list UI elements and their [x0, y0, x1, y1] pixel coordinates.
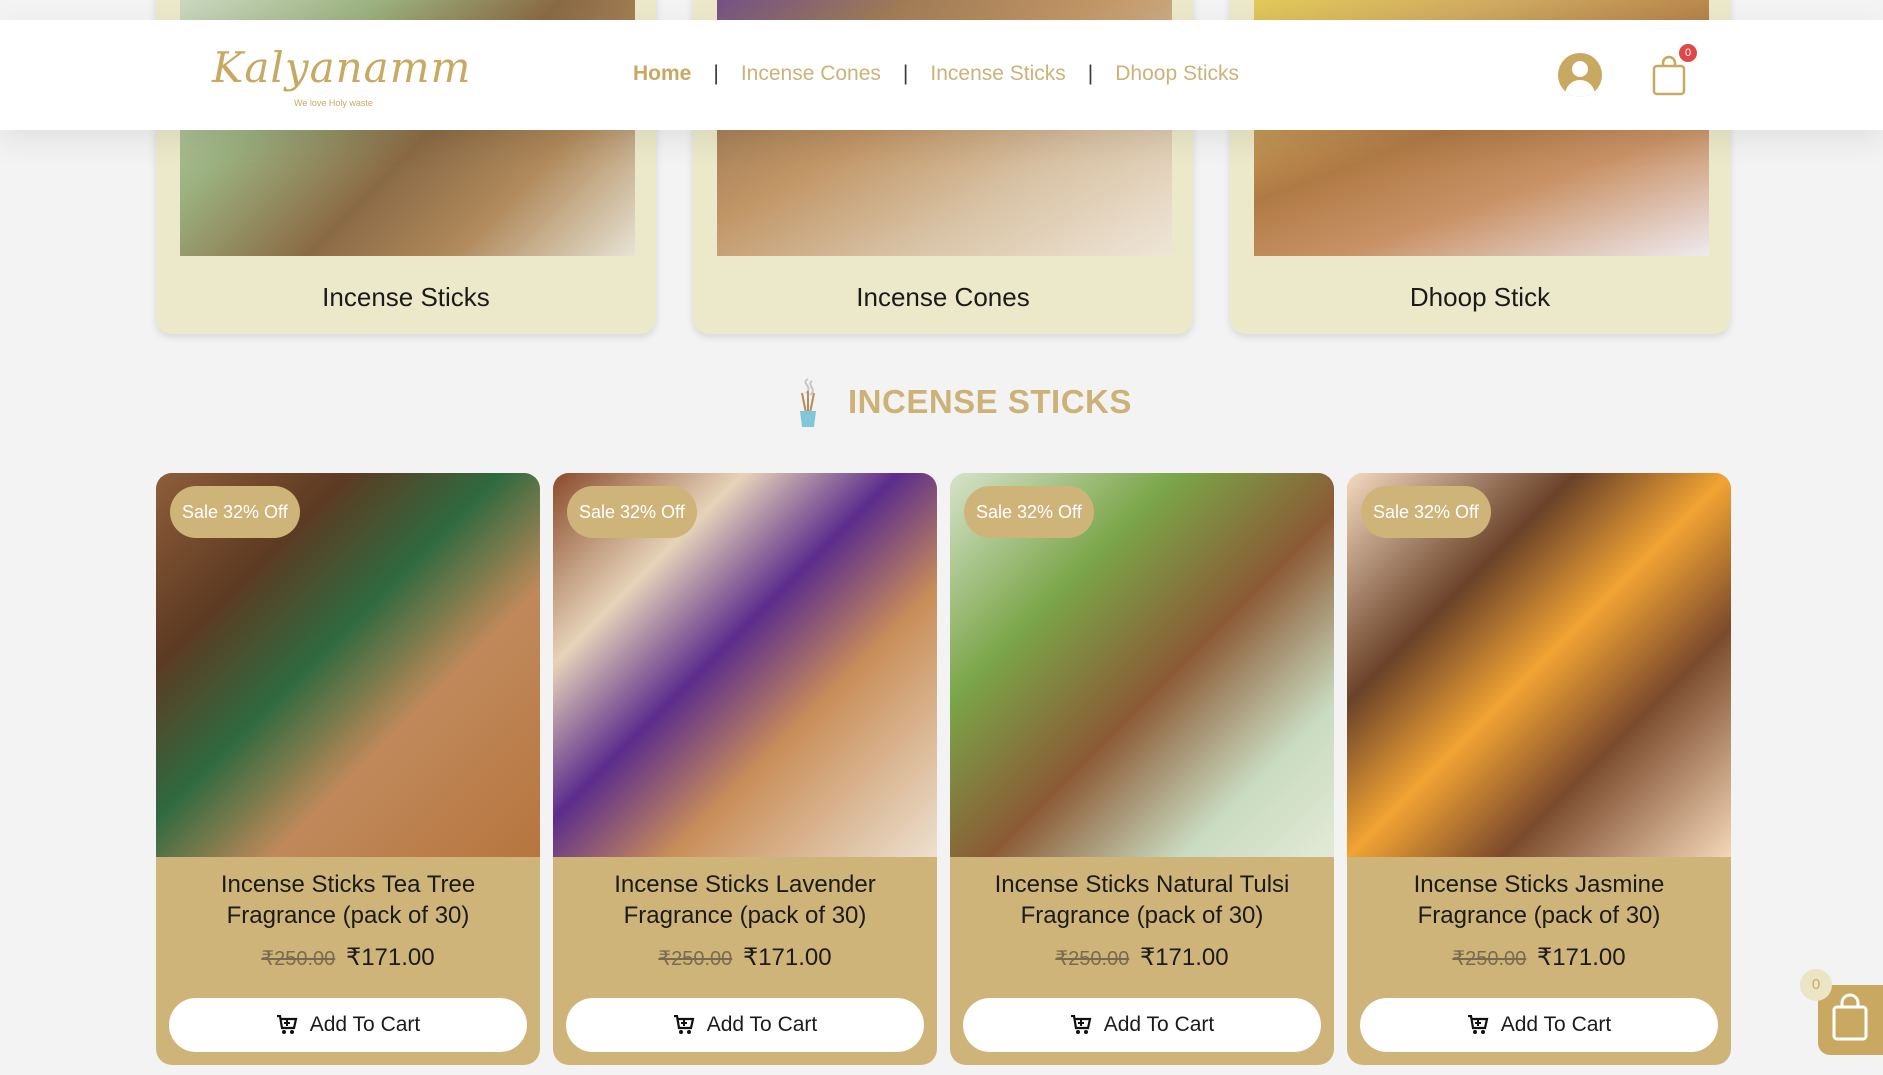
nav-item-incense-sticks[interactable]: Incense Sticks	[930, 62, 1065, 86]
sale-price: ₹171.00	[345, 944, 435, 971]
category-title: Incense Cones	[856, 282, 1030, 312]
user-icon	[1572, 61, 1588, 77]
product-name[interactable]: Incense Sticks Natural Tulsi Fragrance (…	[950, 869, 1334, 931]
section-heading: INCENSE STICKS	[790, 375, 1132, 429]
sale-badge: Sale 32% Off	[964, 486, 1094, 538]
logo-tagline: We love Holy waste	[294, 98, 373, 108]
section-title: INCENSE STICKS	[848, 383, 1132, 420]
nav-item-incense-cones[interactable]: Incense Cones	[741, 62, 881, 86]
cart-icon	[673, 1015, 695, 1034]
original-price: ₹250.00	[1452, 948, 1527, 970]
sale-price: ₹171.00	[1536, 944, 1626, 971]
nav-separator: |	[713, 62, 719, 85]
category-title: Incense Sticks	[322, 282, 490, 312]
product-price: ₹250.00 ₹171.00	[553, 943, 937, 972]
product-card[interactable]: Sale 32% Off Incense Sticks Tea Tree Fra…	[156, 473, 540, 1065]
product-price: ₹250.00 ₹171.00	[156, 943, 540, 972]
sale-price: ₹171.00	[742, 944, 832, 971]
category-title: Dhoop Stick	[1409, 282, 1551, 312]
header-cart-button[interactable]	[1651, 54, 1687, 96]
product-name[interactable]: Incense Sticks Lavender Fragrance (pack …	[553, 869, 937, 931]
logo-wordmark: Kalyanamm	[212, 43, 472, 92]
sale-badge: Sale 32% Off	[567, 486, 697, 538]
product-name[interactable]: Incense Sticks Jasmine Fragrance (pack o…	[1347, 869, 1731, 931]
cart-icon	[1070, 1015, 1092, 1034]
incense-icon	[800, 378, 816, 427]
cart-icon	[1467, 1015, 1489, 1034]
original-price: ₹250.00	[261, 948, 336, 970]
sale-badge: Sale 32% Off	[170, 486, 300, 538]
sale-price: ₹171.00	[1139, 944, 1229, 971]
product-card[interactable]: Sale 32% Off Incense Sticks Natural Tuls…	[950, 473, 1334, 1065]
nav-item-home[interactable]: Home	[633, 62, 691, 86]
product-card[interactable]: Sale 32% Off Incense Sticks Lavender Fra…	[553, 473, 937, 1065]
add-to-cart-button[interactable]: Add To Cart	[963, 998, 1321, 1052]
nav-item-dhoop-sticks[interactable]: Dhoop Sticks	[1115, 62, 1239, 86]
nav-separator: |	[902, 62, 909, 85]
add-to-cart-label: Add To Cart	[1103, 1013, 1215, 1036]
user-account-button[interactable]	[1558, 53, 1602, 97]
nav-separator: |	[1087, 62, 1094, 85]
sale-badge: Sale 32% Off	[1361, 486, 1491, 538]
cart-count-badge: 0	[1679, 44, 1697, 62]
product-grid: Sale 32% Off Incense Sticks Tea Tree Fra…	[156, 473, 1731, 1065]
product-name[interactable]: Incense Sticks Tea Tree Fragrance (pack …	[156, 869, 540, 931]
add-to-cart-label: Add To Cart	[309, 1013, 421, 1036]
product-card[interactable]: Sale 32% Off Incense Sticks Jasmine Frag…	[1347, 473, 1731, 1065]
user-icon-body	[1565, 80, 1595, 97]
cart-icon	[276, 1015, 298, 1034]
add-to-cart-button[interactable]: Add To Cart	[169, 998, 527, 1052]
add-to-cart-button[interactable]: Add To Cart	[566, 998, 924, 1052]
product-price: ₹250.00 ₹171.00	[950, 943, 1334, 972]
floating-cart-count: 0	[1800, 969, 1832, 1001]
product-price: ₹250.00 ₹171.00	[1347, 943, 1731, 972]
main-nav: Home | Incense Cones | Incense Sticks | …	[633, 62, 1239, 86]
brand-logo[interactable]: Kalyanamm We love Holy waste	[212, 40, 472, 110]
add-to-cart-label: Add To Cart	[706, 1013, 818, 1036]
original-price: ₹250.00	[658, 948, 733, 970]
add-to-cart-button[interactable]: Add To Cart	[1360, 998, 1718, 1052]
add-to-cart-label: Add To Cart	[1500, 1013, 1612, 1036]
original-price: ₹250.00	[1055, 948, 1130, 970]
shopping-bag-icon	[1652, 55, 1686, 96]
site-header: Kalyanamm We love Holy waste Home | Ince…	[0, 20, 1883, 130]
